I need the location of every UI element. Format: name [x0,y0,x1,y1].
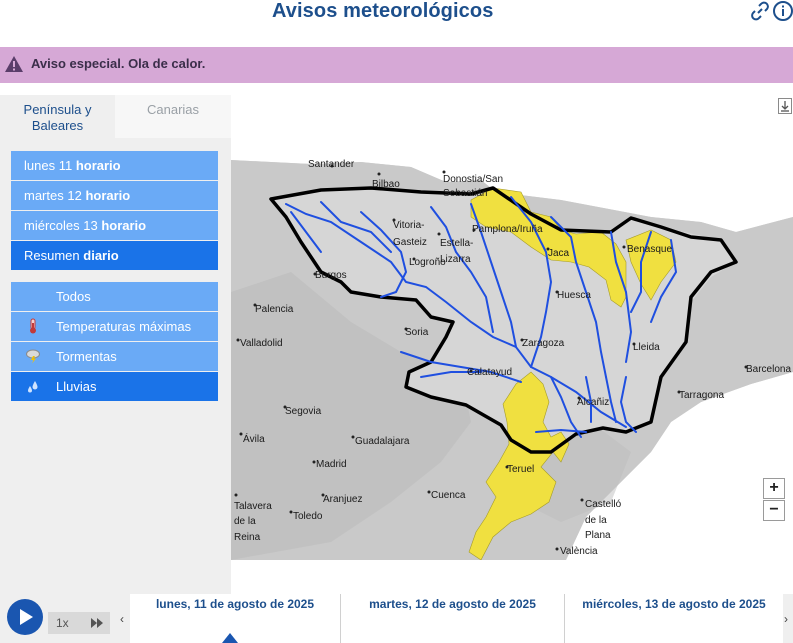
link-icon[interactable] [749,0,771,22]
day-button-monday[interactable]: lunes 11 horario [11,151,218,180]
city-cuenca: Cuenca [431,490,466,501]
map-canvas[interactable]: Santander Bilbao Donostia/San Sebastián … [231,122,793,560]
warning-icon [5,56,23,72]
day-label: lunes 11 [24,158,73,173]
city-valencia: València [560,546,598,557]
city-sebastian: Sebastián [443,188,487,199]
rain-icon [28,381,38,393]
aemet-logo: aemet [711,531,791,555]
layer-label: Lluvias [56,379,97,394]
city-aranjuez: Aranjuez [323,494,362,505]
day-tab-tuesday[interactable]: martes, 12 de agosto de 2025 [341,594,565,643]
summary-label: Resumen [24,248,80,263]
timeline-bar: 1x ‹ lunes, 11 de agosto de 2025 martes,… [0,594,793,643]
city-alcaniz: Alcañiz [577,397,609,408]
mode-label: horario [85,188,131,203]
city-huesca: Huesca [557,290,591,301]
mode-label: diario [83,248,119,263]
tab-peninsula-baleares[interactable]: Península y Baleares [0,95,115,138]
city-benasque: Benasque [627,244,672,255]
city-calatayud: Calatayud [467,367,512,378]
city-plana: Plana [585,530,611,541]
city-teruel: Teruel [507,464,534,475]
city-de-la: de la [234,516,256,527]
day-button-wednesday[interactable]: miércoles 13 horario [11,211,218,240]
city-santander: Santander [308,159,355,170]
city-toledo: Toledo [293,511,323,522]
city-tarragona: Tarragona [679,390,724,401]
fast-forward-icon[interactable] [90,612,104,642]
layer-rain-button[interactable]: Lluvias [11,372,218,401]
timeline-position-marker[interactable] [222,633,238,643]
zoom-out-button[interactable]: − [763,500,785,521]
city-vitoria: Vitoria- [393,220,425,231]
city-donostia: Donostia/San [443,174,503,185]
day-label: martes 12 [24,188,82,203]
city-burgos: Burgos [315,270,347,281]
city-talavera: Talavera [234,501,272,512]
aemet-logo-mark: aemet [713,533,772,550]
chevron-left-icon[interactable]: ‹ [120,612,124,626]
city-pamplona: Pamplona/Iruña [472,224,543,235]
thermometer-icon [30,318,36,334]
mode-label: horario [75,158,121,173]
city-valladolid: Valladolid [240,338,283,349]
tab-canarias[interactable]: Canarias [115,95,231,138]
city-de-la-plana-1: de la [585,515,607,526]
layer-all-button[interactable]: Todos [11,282,218,311]
city-jaca: Jaca [548,248,570,259]
layer-label: Todos [56,289,91,304]
layer-label: Temperaturas máximas [56,319,192,334]
city-reina: Reina [234,532,261,543]
layer-max-temperature-button[interactable]: Temperaturas máximas [11,312,218,341]
play-icon[interactable] [7,599,43,635]
city-gasteiz: Gasteiz [393,237,427,248]
city-bilbao: Bilbao [372,179,400,190]
day-button-tuesday[interactable]: martes 12 horario [11,181,218,210]
special-warning-banner[interactable]: Aviso especial. Ola de calor. [0,47,793,83]
side-panel: Península y Baleares Canarias lunes 11 h… [0,95,231,595]
city-logrono: Logroño [409,257,446,268]
aemet-logo-text: aemet [729,533,772,550]
header: Avisos meteorológicos [0,0,793,46]
warning-text: Aviso especial. Ola de calor. [31,56,206,71]
storm-icon [26,349,40,364]
city-barcelona: Barcelona [746,364,791,375]
city-guadalajara: Guadalajara [355,436,410,447]
weather-warnings-page: Avisos meteorológicos Aviso especial. Ol… [0,0,793,643]
summary-daily-button[interactable]: Resumen diario [11,241,218,270]
city-lleida: Lleida [633,342,660,353]
info-icon[interactable] [772,0,793,22]
city-castello: Castelló [585,499,622,510]
city-palencia: Palencia [255,304,294,315]
city-segovia: Segovia [285,406,322,417]
layer-label: Tormentas [56,349,117,364]
layer-storms-button[interactable]: Tormentas [11,342,218,371]
city-estella: Estella- [440,238,473,249]
warnings-map[interactable]: Santander Bilbao Donostia/San Sebastián … [231,122,793,560]
download-icon[interactable] [778,98,792,114]
chevron-right-icon[interactable]: › [784,612,788,626]
city-soria: Soria [405,327,429,338]
mode-label: horario [101,218,147,233]
zoom-in-button[interactable]: + [763,478,785,499]
day-tab-wednesday[interactable]: miércoles, 13 de agosto de 2025 [565,594,783,643]
city-madrid: Madrid [316,459,347,470]
day-label: miércoles 13 [24,218,98,233]
page-title: Avisos meteorológicos [272,0,494,22]
city-avila: Ávila [243,432,265,445]
city-zaragoza: Zaragoza [522,338,565,349]
